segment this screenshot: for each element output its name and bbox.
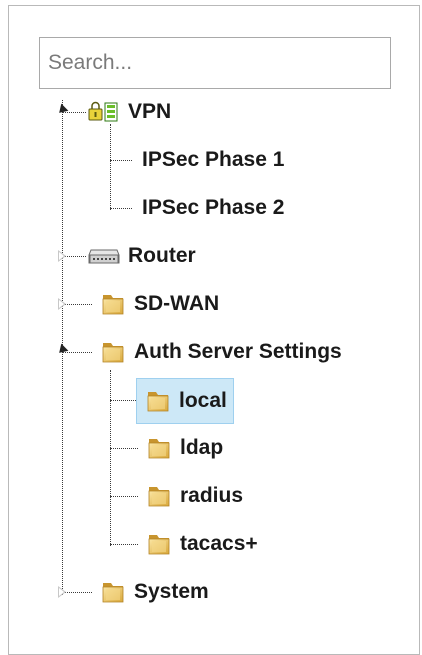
folder-icon — [100, 579, 126, 605]
tree-node-label: Router — [128, 244, 196, 267]
tree-node-ipsec-phase-2[interactable]: IPSec Phase 2 — [142, 192, 284, 224]
tree-node-label: tacacs+ — [180, 532, 258, 555]
tree-node-label: radius — [180, 484, 244, 507]
tree-connector — [62, 304, 92, 305]
search-input[interactable] — [39, 37, 391, 89]
tree-node-label: ldap — [180, 436, 224, 459]
tree-node-system[interactable]: System — [100, 576, 209, 608]
tree-node-label: System — [134, 580, 209, 603]
tree-connector — [110, 160, 132, 161]
tree-connector — [110, 400, 138, 401]
tree-connector — [110, 496, 138, 497]
tree-node-tacacs[interactable]: tacacs+ — [146, 528, 258, 560]
tree-node-label: IPSec Phase 2 — [142, 196, 285, 219]
folder-icon — [145, 388, 171, 414]
folder-icon — [146, 531, 172, 557]
expand-toggle-sdwan[interactable] — [58, 298, 66, 310]
folder-icon — [146, 483, 172, 509]
vpn-lock-icon — [88, 101, 120, 123]
tree-node-ldap[interactable]: ldap — [146, 432, 223, 464]
tree-node-router[interactable]: Router — [88, 240, 196, 272]
tree-node-label: SD-WAN — [134, 292, 220, 315]
tree-connector — [110, 544, 138, 545]
tree-connector — [62, 592, 92, 593]
folder-icon — [146, 435, 172, 461]
tree-line-vpn-children — [110, 124, 111, 210]
tree-node-vpn[interactable]: VPN — [88, 96, 171, 128]
tree-node-label: VPN — [128, 100, 172, 123]
tree-line-auth-children — [110, 370, 111, 546]
tree-connector — [110, 208, 132, 209]
tree-node-ipsec-phase-1[interactable]: IPSec Phase 1 — [142, 144, 284, 176]
folder-icon — [100, 339, 126, 365]
tree-node-radius[interactable]: radius — [146, 480, 243, 512]
tree-node-label: local — [179, 389, 227, 412]
tree-node-local[interactable]: local — [136, 378, 234, 424]
tree-node-label: IPSec Phase 1 — [142, 148, 285, 171]
router-icon — [88, 247, 120, 265]
tree-node-label: Auth Server Settings — [134, 340, 342, 363]
folder-icon — [100, 291, 126, 317]
tree-node-auth-server-settings[interactable]: Auth Server Settings — [100, 336, 342, 368]
tree-connector — [110, 448, 138, 449]
tree-node-sdwan[interactable]: SD-WAN — [100, 288, 219, 320]
expand-toggle-system[interactable] — [58, 586, 66, 598]
expand-toggle-router[interactable] — [58, 250, 66, 262]
